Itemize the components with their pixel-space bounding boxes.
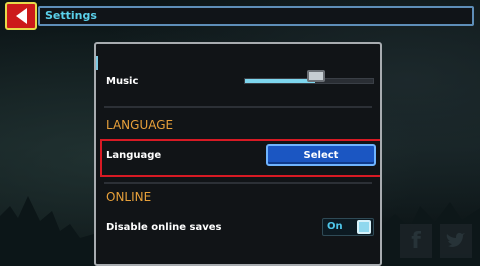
- music-slider-fill: [245, 79, 316, 83]
- settings-panel: Music LANGUAGE Language Select ONLINE Di…: [94, 42, 382, 266]
- back-button[interactable]: [5, 2, 37, 30]
- facebook-icon: f: [411, 228, 421, 254]
- divider: [104, 106, 372, 108]
- toggle-knob: [357, 220, 371, 234]
- twitter-button[interactable]: [440, 224, 472, 258]
- language-label: Language: [106, 150, 162, 161]
- twitter-icon: [446, 232, 465, 247]
- toggle-value: On: [327, 221, 343, 232]
- back-arrow-icon: [15, 8, 27, 24]
- language-section-title: LANGUAGE: [106, 118, 174, 132]
- scrollbar[interactable]: [96, 56, 98, 70]
- online-section-title: ONLINE: [106, 190, 152, 204]
- music-slider-thumb[interactable]: [306, 70, 325, 82]
- disable-online-saves-label: Disable online saves: [106, 222, 222, 233]
- divider: [104, 182, 372, 184]
- facebook-button[interactable]: f: [400, 224, 432, 258]
- page-title: Settings: [45, 9, 97, 22]
- title-bar: Settings: [38, 6, 474, 26]
- language-select-button[interactable]: Select: [266, 144, 376, 166]
- disable-online-saves-toggle[interactable]: On: [322, 218, 374, 236]
- music-label: Music: [106, 76, 139, 87]
